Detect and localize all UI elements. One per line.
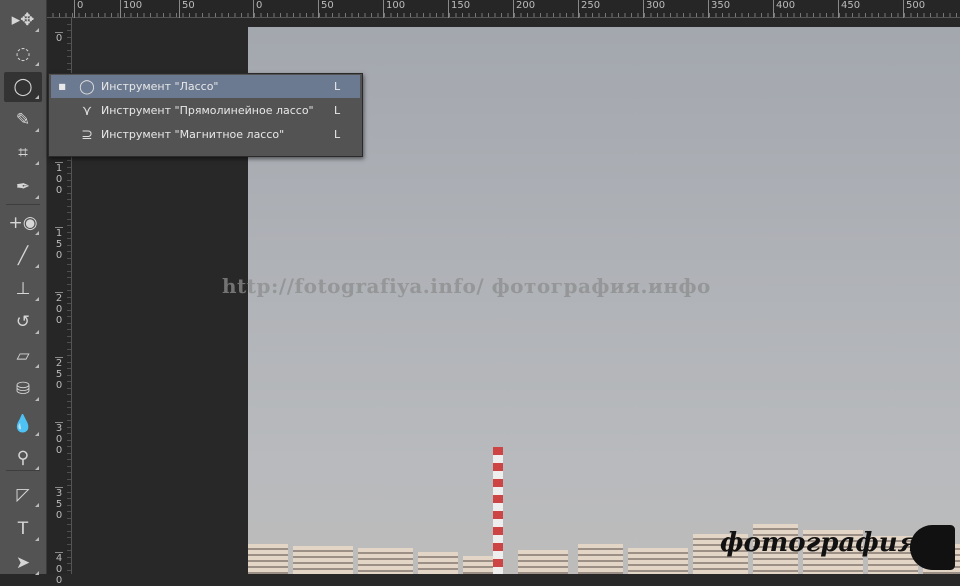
radio-tower — [493, 447, 503, 574]
polygonal-lasso-icon: ⋎ — [81, 102, 93, 119]
flyout-item-polygonal-lasso[interactable]: ⋎ Инструмент "Прямолинейное лассо" L — [51, 99, 360, 122]
lasso-icon: ◯ — [79, 78, 95, 95]
history-brush-tool-icon[interactable]: ↺ — [4, 307, 42, 337]
flyout-item-lasso[interactable]: ■ ◯ Инструмент "Лассо" L — [51, 75, 360, 98]
building — [358, 548, 413, 574]
ruler-label: 100 — [383, 0, 405, 18]
ruler-label: 300 — [643, 0, 665, 18]
building — [248, 544, 288, 574]
ruler-label: 300 — [55, 422, 63, 456]
ruler-label: 250 — [578, 0, 600, 18]
ruler-label: 350 — [708, 0, 730, 18]
ruler-label: 100 — [55, 162, 63, 196]
shortcut: L — [334, 80, 341, 93]
building — [463, 556, 493, 574]
watermark: http://fotografiya.info/ фотография.инфо — [222, 274, 711, 298]
magnetic-lasso-icon: ⊇ — [81, 126, 93, 143]
building — [518, 550, 568, 574]
tools-panel: ▸✥ ◌ ◯ ✎ ⌗ ✒ +◉ ╱ ⊥ ↺ ▱ ⛁ 💧 ⚲ ◸ T ➤ — [0, 0, 47, 575]
ruler-label: 450 — [838, 0, 860, 18]
ruler-label: 50 — [318, 0, 334, 18]
ruler-label: 200 — [513, 0, 535, 18]
ruler-label: 150 — [55, 227, 63, 261]
building — [293, 546, 353, 574]
move-tool-icon[interactable]: ▸✥ — [4, 5, 42, 35]
logo: фотография — [720, 528, 919, 558]
quick-selection-tool-icon[interactable]: ✎ — [4, 105, 42, 135]
type-tool-icon[interactable]: T — [4, 514, 42, 544]
horizontal-ruler[interactable]: 0 100 50 0 50 100 150 200 250 300 350 400 450 500 — [47, 0, 960, 18]
spot-healing-tool-icon[interactable]: +◉ — [4, 208, 42, 238]
ruler-label: 0 — [253, 0, 262, 18]
toolbar-divider — [6, 470, 40, 471]
ruler-label: 500 — [903, 0, 925, 18]
pen-tool-icon[interactable]: ◸ — [4, 480, 42, 510]
lasso-tool-flyout: ■ ◯ Инструмент "Лассо" L ⋎ Инструмент "П… — [48, 73, 363, 157]
crop-tool-icon[interactable]: ⌗ — [4, 138, 42, 168]
flyout-item-label: Инструмент "Магнитное лассо" — [101, 128, 285, 141]
marquee-tool-icon[interactable]: ◌ — [4, 39, 42, 69]
ruler-label: 100 — [120, 0, 142, 18]
ruler-label: 400 — [55, 552, 63, 586]
eraser-tool-icon[interactable]: ▱ — [4, 341, 42, 371]
ruler-label: 0 — [55, 32, 63, 44]
paint-bucket-tool-icon[interactable]: ⛁ — [4, 374, 42, 404]
flyout-item-magnetic-lasso[interactable]: ⊇ Инструмент "Магнитное лассо" L — [51, 123, 360, 146]
ruler-label: 50 — [179, 0, 195, 18]
selected-bullet: ■ — [58, 82, 66, 91]
lasso-tool-icon[interactable]: ◯ — [4, 72, 42, 102]
toolbar-divider — [6, 204, 40, 205]
ruler-label: 0 — [74, 0, 83, 18]
ruler-label: 200 — [55, 292, 63, 326]
brush-tool-icon[interactable]: ╱ — [4, 241, 42, 271]
building — [418, 552, 458, 574]
blur-tool-icon[interactable]: 💧 — [4, 409, 42, 439]
ruler-label: 150 — [448, 0, 470, 18]
flyout-item-label: Инструмент "Лассо" — [101, 80, 219, 93]
building — [578, 544, 623, 574]
flyout-item-label: Инструмент "Прямолинейное лассо" — [101, 104, 314, 117]
ruler-label: 250 — [55, 357, 63, 391]
dodge-tool-icon[interactable]: ⚲ — [4, 443, 42, 473]
shortcut: L — [334, 128, 341, 141]
clone-stamp-tool-icon[interactable]: ⊥ — [4, 274, 42, 304]
ruler-label: 350 — [55, 487, 63, 521]
ruler-label: 400 — [773, 0, 795, 18]
eyedropper-tool-icon[interactable]: ✒ — [4, 172, 42, 202]
building — [628, 548, 688, 574]
shortcut: L — [334, 104, 341, 117]
